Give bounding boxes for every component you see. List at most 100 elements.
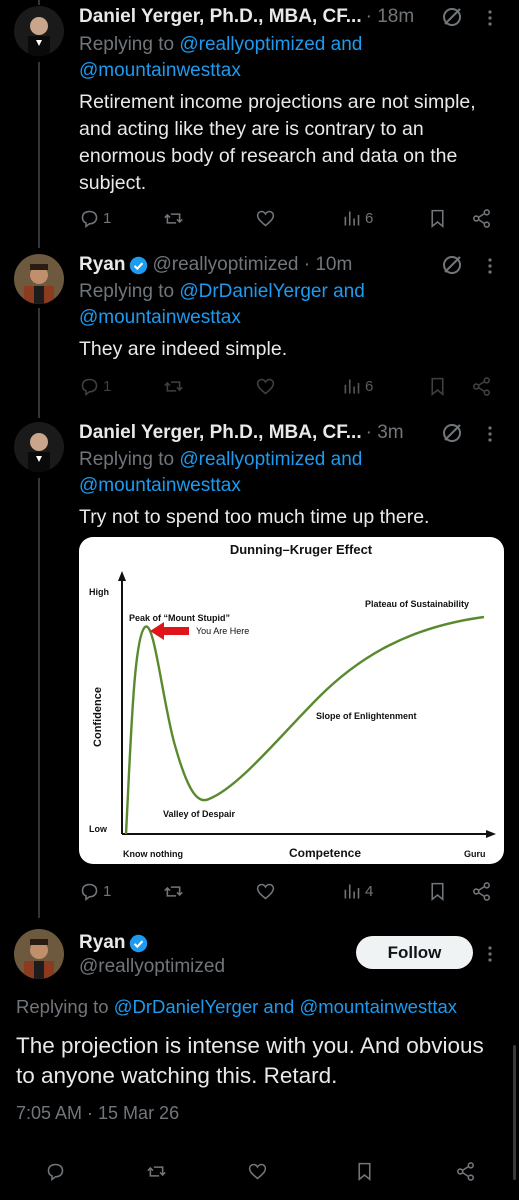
replying-to: Replying to @reallyoptimized and @mounta…	[79, 447, 499, 499]
more-icon[interactable]	[486, 425, 494, 443]
replying-to: Replying to @reallyoptimized and @mounta…	[79, 32, 499, 84]
avatar[interactable]	[14, 254, 64, 304]
y-tick-low: Low	[89, 824, 108, 834]
like-button[interactable]	[255, 879, 276, 903]
repost-icon	[164, 380, 183, 392]
views-button[interactable]: 6	[341, 206, 373, 230]
heart-icon	[248, 1163, 267, 1180]
y-tick-high: High	[89, 587, 109, 597]
mention-link[interactable]: @mountainwesttax	[79, 60, 241, 81]
avatar[interactable]	[14, 422, 64, 472]
repost-button[interactable]	[163, 206, 184, 230]
repost-icon	[147, 1165, 166, 1177]
repost-button[interactable]	[146, 1159, 167, 1183]
bookmark-button[interactable]	[427, 374, 448, 398]
focus-tweet-actions	[0, 1140, 519, 1200]
mention-link[interactable]: @reallyoptimized	[179, 449, 325, 470]
mention-link[interactable]: @mountainwesttax	[79, 307, 241, 328]
mention-link[interactable]: @mountainwesttax	[79, 475, 241, 496]
tweet-time[interactable]: @reallyoptimized · 10m	[152, 254, 352, 276]
author-name[interactable]: Daniel Yerger, Ph.D., MBA, CF...	[79, 6, 362, 28]
author-name[interactable]: Ryan	[79, 254, 125, 276]
tweet-text: The projection is intense with you. And …	[16, 1033, 484, 1088]
grok-icon[interactable]	[440, 5, 464, 29]
bookmark-icon	[431, 377, 444, 396]
tweet-actions: 1 6	[79, 374, 499, 398]
replying-to-label: Replying to	[79, 34, 180, 55]
share-button[interactable]	[471, 374, 492, 398]
like-button[interactable]	[255, 374, 276, 398]
like-button[interactable]	[255, 206, 276, 230]
views-count: 4	[365, 882, 374, 900]
x-tick-guru: Guru	[464, 849, 486, 859]
bookmark-icon	[431, 882, 444, 901]
mention-link[interactable]: @DrDanielYerger	[179, 281, 327, 302]
heart-icon	[256, 883, 275, 900]
verified-badge-icon	[130, 934, 148, 952]
confidence-curve	[124, 615, 485, 835]
share-button[interactable]	[471, 206, 492, 230]
annotation-plateau: Plateau of Sustainability	[365, 599, 469, 609]
annotation-slope: Slope of Enlightenment	[316, 711, 417, 721]
replying-to-label: Replying to	[79, 449, 180, 470]
y-axis-label: Confidence	[92, 687, 104, 747]
dunning-kruger-chart: Dunning–Kruger Effect High Low Confidenc…	[89, 542, 496, 860]
reply-button[interactable]: 1	[79, 206, 111, 230]
tweet[interactable]: Daniel Yerger, Ph.D., MBA, CF... · 18m R…	[0, 0, 519, 240]
annotation-peak: Peak of “Mount Stupid”	[129, 613, 230, 623]
bookmark-button[interactable]	[427, 879, 448, 903]
author-name[interactable]: Daniel Yerger, Ph.D., MBA, CF...	[79, 422, 362, 444]
more-icon[interactable]	[486, 945, 494, 963]
grok-icon[interactable]	[440, 421, 464, 445]
share-button[interactable]	[455, 1159, 476, 1183]
tweet-text: Try not to spend too much time up there.	[79, 506, 430, 528]
reply-icon	[81, 210, 98, 228]
mention-link[interactable]: @DrDanielYerger	[114, 996, 259, 1017]
more-icon[interactable]	[486, 257, 494, 275]
tweet-timestamp[interactable]: 7:05 AM · 15 Mar 26	[16, 1100, 436, 1126]
x-axis-label: Competence	[289, 846, 361, 860]
replying-to-label: Replying to	[79, 281, 180, 302]
tweet-time[interactable]: · 3m	[366, 422, 404, 444]
tweet-actions: 1 6	[79, 206, 499, 230]
bookmark-icon	[358, 1162, 371, 1181]
bookmark-button[interactable]	[427, 206, 448, 230]
mention-link[interactable]: @reallyoptimized	[179, 34, 325, 55]
author-handle[interactable]: @reallyoptimized	[79, 956, 225, 978]
repost-icon	[164, 212, 183, 224]
follow-button[interactable]: Follow	[356, 936, 473, 969]
like-button[interactable]	[247, 1159, 268, 1183]
grok-icon[interactable]	[440, 253, 464, 277]
tweet-text: Retirement income projections are not si…	[79, 91, 476, 194]
more-icon[interactable]	[486, 9, 494, 27]
reply-button[interactable]	[45, 1159, 66, 1183]
views-count: 6	[365, 209, 374, 227]
replying-to: Replying to @DrDanielYerger and @mountai…	[16, 994, 511, 1020]
avatar[interactable]	[14, 929, 64, 979]
avatar[interactable]	[14, 6, 64, 56]
views-button[interactable]: 4	[341, 879, 373, 903]
mention-and: and	[258, 996, 300, 1017]
reply-icon	[47, 1163, 64, 1181]
repost-button[interactable]	[163, 879, 184, 903]
annotation-valley: Valley of Despair	[163, 809, 236, 819]
heart-icon	[256, 210, 275, 227]
verified-badge-icon	[130, 256, 148, 274]
reply-button[interactable]: 1	[79, 879, 111, 903]
chart-title: Dunning–Kruger Effect	[230, 542, 373, 557]
mention-and: and	[327, 281, 365, 302]
mention-link[interactable]: @mountainwesttax	[299, 996, 457, 1017]
author-name[interactable]: Ryan	[79, 932, 125, 954]
reply-button[interactable]: 1	[79, 374, 111, 398]
reply-count: 1	[103, 882, 112, 900]
views-button[interactable]: 6	[341, 374, 373, 398]
you-are-here-arrow	[150, 622, 189, 640]
bookmark-button[interactable]	[354, 1159, 375, 1183]
tweet-image-card[interactable]: Dunning–Kruger Effect High Low Confidenc…	[79, 537, 504, 864]
share-button[interactable]	[471, 879, 492, 903]
repost-button[interactable]	[163, 374, 184, 398]
replying-to-label: Replying to	[16, 996, 114, 1017]
tweet-time[interactable]: · 18m	[366, 6, 415, 28]
views-count: 6	[365, 377, 374, 395]
x-tick-know-nothing: Know nothing	[123, 849, 183, 859]
